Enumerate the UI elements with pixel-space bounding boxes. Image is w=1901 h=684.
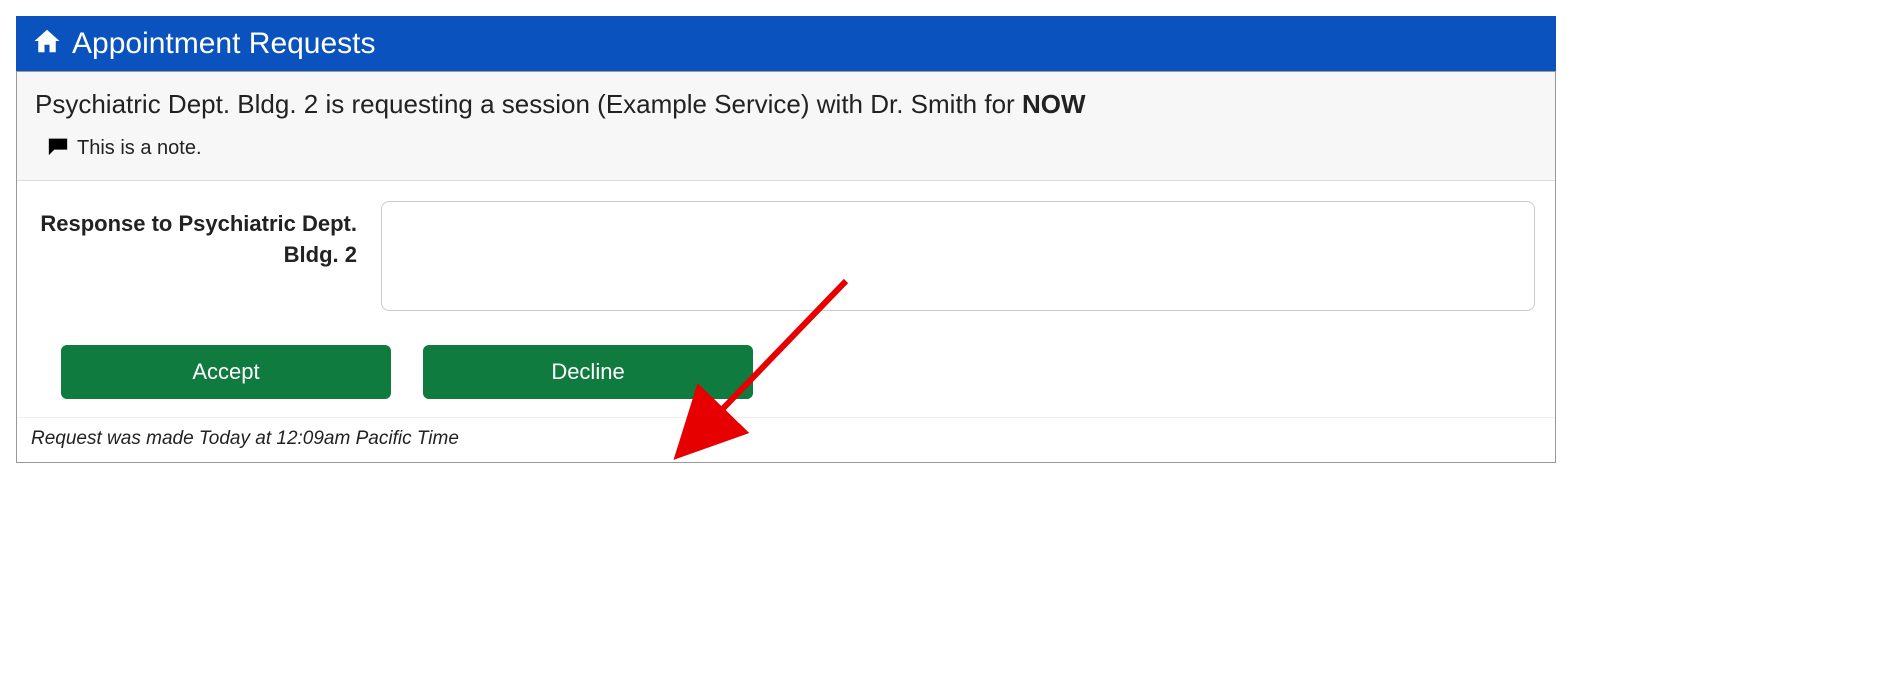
request-note-text: This is a note. xyxy=(77,137,202,160)
home-icon xyxy=(32,26,62,61)
request-text: Psychiatric Dept. Bldg. 2 is requesting … xyxy=(35,88,1537,122)
page-title: Appointment Requests xyxy=(72,27,376,61)
request-text-emphasis: NOW xyxy=(1022,89,1086,119)
request-card: Psychiatric Dept. Bldg. 2 is requesting … xyxy=(16,71,1556,463)
response-label: Response to Psychiatric Dept. Bldg. 2 xyxy=(37,201,357,271)
request-text-main: Psychiatric Dept. Bldg. 2 is requesting … xyxy=(35,89,1022,119)
request-timestamp: Request was made Today at 12:09am Pacifi… xyxy=(17,418,1555,462)
page-header: Appointment Requests xyxy=(16,16,1556,71)
decline-button[interactable]: Decline xyxy=(423,345,753,399)
accept-button[interactable]: Accept xyxy=(61,345,391,399)
comment-icon xyxy=(47,136,69,162)
request-summary: Psychiatric Dept. Bldg. 2 is requesting … xyxy=(17,72,1555,181)
request-note: This is a note. xyxy=(47,136,1537,162)
response-section: Response to Psychiatric Dept. Bldg. 2 Ac… xyxy=(17,181,1555,418)
response-input[interactable] xyxy=(381,201,1535,311)
